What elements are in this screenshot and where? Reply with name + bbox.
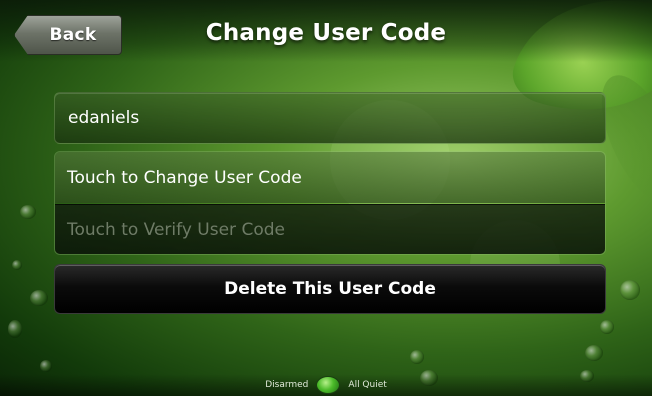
page-title: Change User Code: [205, 20, 447, 46]
username-field[interactable]: edaniels: [54, 92, 606, 144]
water-drop-decoration: [600, 320, 614, 334]
arm-state-text: Disarmed: [265, 380, 309, 390]
header-bar: Back Change User Code: [0, 0, 652, 62]
water-drop-decoration: [12, 260, 22, 270]
delete-user-code-button[interactable]: Delete This User Code: [54, 264, 606, 314]
change-user-code-button[interactable]: Touch to Change User Code: [55, 152, 605, 203]
water-drop-decoration: [620, 280, 640, 300]
water-drop-decoration: [585, 345, 603, 361]
change-user-code-label: Touch to Change User Code: [67, 167, 302, 188]
screen: Back Change User Code edaniels Touch to …: [0, 0, 652, 396]
user-code-group: Touch to Change User Code Touch to Verif…: [54, 151, 606, 255]
status-indicator-icon[interactable]: [316, 376, 341, 394]
username-value: edaniels: [68, 108, 140, 128]
verify-user-code-label: Touch to Verify User Code: [67, 220, 285, 240]
system-state-text: All Quiet: [348, 380, 387, 390]
status-bar: Disarmed All Quiet: [0, 374, 652, 396]
water-drop-decoration: [8, 320, 22, 338]
water-drop-decoration: [40, 360, 52, 372]
water-drop-decoration: [30, 290, 48, 306]
water-drop-decoration: [20, 205, 36, 219]
delete-user-code-label: Delete This User Code: [224, 279, 436, 299]
verify-user-code-button[interactable]: Touch to Verify User Code: [55, 204, 605, 254]
water-drop-decoration: [410, 350, 424, 364]
